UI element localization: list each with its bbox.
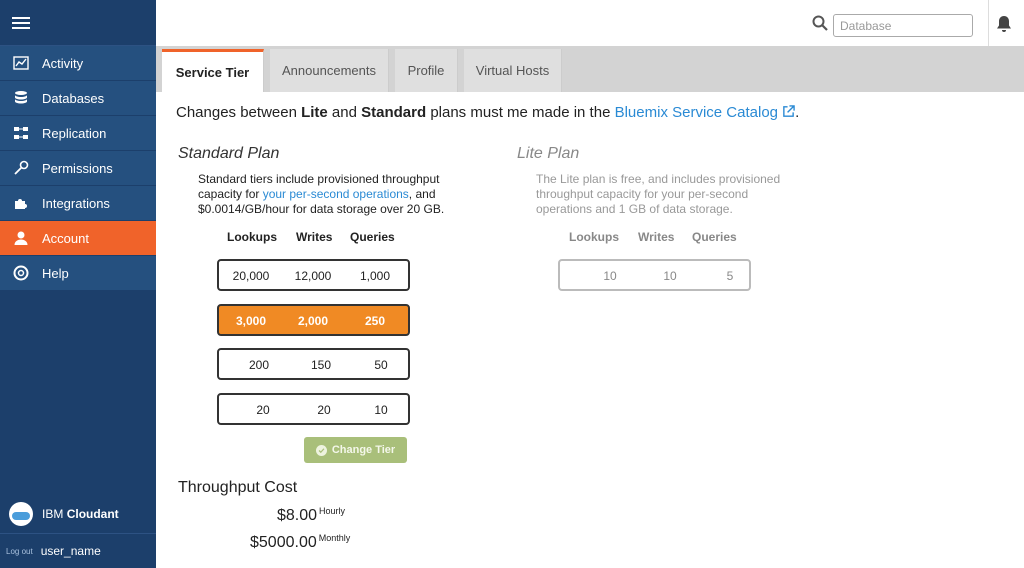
sidebar-item-label: Account xyxy=(42,230,89,246)
plan-change-notice: Changes between Lite and Standard plans … xyxy=(176,104,799,121)
sidebar-header xyxy=(0,0,156,46)
standard-plan-title: Standard Plan xyxy=(178,145,280,162)
tier-writes: 20 xyxy=(317,403,331,417)
sidebar-nav: Activity Databases Replication Permissio… xyxy=(0,46,156,291)
tier-writes: 150 xyxy=(310,358,332,372)
notice-text: and xyxy=(327,104,362,121)
lite-plan-description: The Lite plan is free, and includes prov… xyxy=(536,172,781,216)
monthly-cost-value: $5000.00 xyxy=(250,534,317,551)
cloudant-logo-icon xyxy=(9,502,33,526)
tier-option[interactable]: 200 150 50 xyxy=(217,348,410,380)
lite-col-head-lookups: Lookups xyxy=(569,230,619,244)
bluemix-catalog-link-label: Bluemix Service Catalog xyxy=(614,104,778,121)
checkmark-icon xyxy=(315,444,327,456)
puzzle-icon xyxy=(12,194,30,212)
per-second-operations-link[interactable]: your per-second operations xyxy=(263,187,409,201)
notice-text: . xyxy=(795,104,800,121)
notifications-bell-icon[interactable] xyxy=(994,14,1014,34)
sidebar-item-label: Integrations xyxy=(42,195,110,211)
sidebar-item-activity[interactable]: Activity xyxy=(0,46,156,81)
tier-lookups: 200 xyxy=(248,358,270,372)
key-icon xyxy=(12,159,30,177)
tier-option-selected[interactable]: 3,000 2,000 250 xyxy=(217,304,410,336)
tier-option[interactable]: 20 20 10 xyxy=(217,393,410,425)
tier-queries: 5 xyxy=(726,269,734,283)
hamburger-menu-icon[interactable] xyxy=(12,16,30,29)
username: user_name xyxy=(40,544,101,558)
tier-queries: 10 xyxy=(374,403,388,417)
tier-lookups: 20,000 xyxy=(232,269,270,283)
tier-option[interactable]: 20,000 12,000 1,000 xyxy=(217,259,410,291)
sidebar-item-permissions[interactable]: Permissions xyxy=(0,151,156,186)
lite-tier: 10 10 5 xyxy=(558,259,751,291)
topbar-divider xyxy=(988,0,989,46)
tab-service-tier[interactable]: Service Tier xyxy=(162,49,264,92)
tier-writes: 10 xyxy=(663,269,677,283)
tier-writes: 12,000 xyxy=(294,269,332,283)
sidebar: Activity Databases Replication Permissio… xyxy=(0,0,156,568)
logout-link[interactable]: Log out xyxy=(6,547,33,556)
activity-icon xyxy=(12,54,30,72)
standard-plan-description: Standard tiers include provisioned throu… xyxy=(198,172,468,217)
external-link-icon xyxy=(783,105,795,117)
brand-prefix: IBM xyxy=(42,507,64,521)
sidebar-item-databases[interactable]: Databases xyxy=(0,81,156,116)
database-search-input[interactable] xyxy=(833,14,973,37)
col-head-writes: Writes xyxy=(296,230,333,244)
lite-col-head-writes: Writes xyxy=(638,230,675,244)
tier-lookups: 3,000 xyxy=(235,314,267,328)
brand: IBM Cloudant xyxy=(0,496,156,532)
tab-announcements[interactable]: Announcements xyxy=(270,49,389,92)
tier-queries: 250 xyxy=(364,314,386,328)
throughput-cost-title: Throughput Cost xyxy=(178,479,298,496)
replication-icon xyxy=(12,124,30,142)
tab-virtual-hosts[interactable]: Virtual Hosts xyxy=(464,49,562,92)
sidebar-item-label: Activity xyxy=(42,55,84,71)
hourly-cost-value: $8.00 xyxy=(277,507,318,524)
user-icon xyxy=(12,229,30,247)
bluemix-catalog-link[interactable]: Bluemix Service Catalog xyxy=(615,104,796,121)
sidebar-item-replication[interactable]: Replication xyxy=(0,116,156,151)
sidebar-item-account[interactable]: Account xyxy=(0,221,156,256)
change-tier-label: Change Tier xyxy=(331,444,396,456)
tier-lookups: 10 xyxy=(603,269,617,283)
change-tier-button[interactable]: Change Tier xyxy=(304,437,407,463)
lite-col-head-queries: Queries xyxy=(692,230,737,244)
tier-queries: 50 xyxy=(374,358,388,372)
top-bar xyxy=(156,0,1024,46)
notice-lite: Lite xyxy=(301,104,328,121)
sidebar-item-label: Replication xyxy=(42,125,107,141)
tier-queries: 1,000 xyxy=(359,269,391,283)
databases-icon xyxy=(12,89,30,107)
main-content: Changes between Lite and Standard plans … xyxy=(156,92,1024,568)
sidebar-item-label: Databases xyxy=(42,90,105,106)
sidebar-item-help[interactable]: Help xyxy=(0,256,156,291)
monthly-cost-unit: Monthly xyxy=(318,533,351,543)
lite-plan-title: Lite Plan xyxy=(517,145,580,162)
brand-name: Cloudant xyxy=(66,507,119,521)
lifebuoy-icon xyxy=(12,264,30,282)
sidebar-item-integrations[interactable]: Integrations xyxy=(0,186,156,221)
monthly-cost: $5000.00 Monthly xyxy=(250,533,350,552)
search-icon[interactable] xyxy=(812,15,828,31)
tier-lookups: 20 xyxy=(256,403,270,417)
tab-bar: Service Tier Announcements Profile Virtu… xyxy=(156,46,1024,92)
tier-writes: 2,000 xyxy=(297,314,329,328)
col-head-queries: Queries xyxy=(350,230,395,244)
notice-text: plans must me made in the xyxy=(426,104,615,121)
sidebar-item-label: Permissions xyxy=(42,160,113,176)
hourly-cost: $8.00 Hourly xyxy=(277,506,345,525)
sidebar-item-label: Help xyxy=(42,265,69,281)
hourly-cost-unit: Hourly xyxy=(319,506,346,516)
notice-text: Changes between xyxy=(176,104,302,121)
tab-profile[interactable]: Profile xyxy=(395,49,458,92)
col-head-lookups: Lookups xyxy=(227,230,277,244)
notice-standard: Standard xyxy=(361,104,427,121)
user-bar: Log out user_name xyxy=(0,533,156,568)
